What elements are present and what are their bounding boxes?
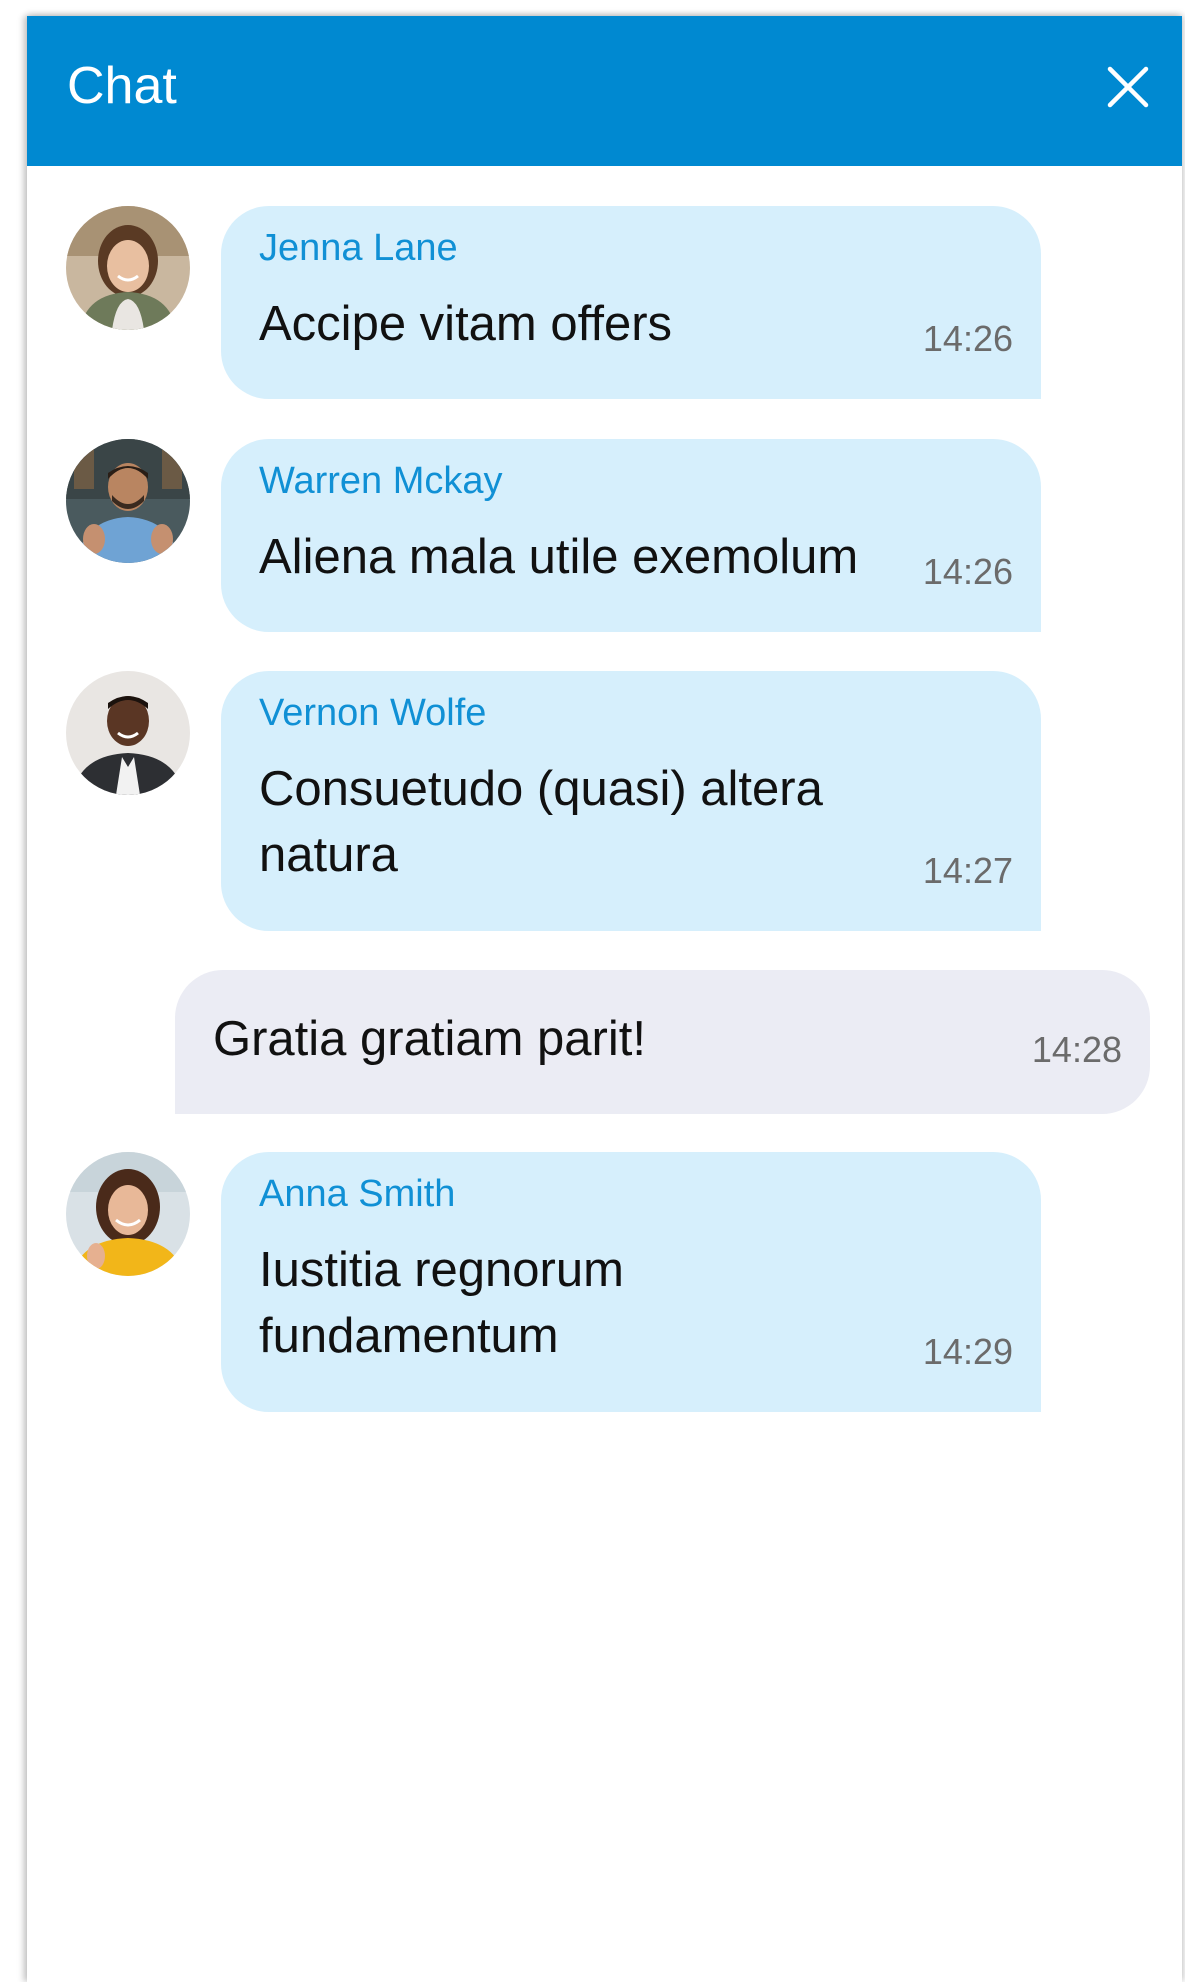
message-time: 14:26 — [922, 318, 1013, 359]
sender-name: Anna Smith — [259, 1173, 456, 1215]
close-button[interactable] — [1104, 63, 1152, 111]
message-bubble: Warren Mckay Aliena mala utile exemolum … — [221, 439, 1041, 632]
message-bubble: Jenna Lane Accipe vitam offers 14:26 — [221, 206, 1041, 399]
message-text: Aliena mala utile exemolum — [259, 530, 859, 584]
sender-name: Jenna Lane — [259, 227, 458, 269]
message-time: 14:28 — [1031, 1029, 1122, 1070]
avatar-vernon-wolfe[interactable] — [66, 671, 190, 795]
chat-window: Chat Jenna Lane Accipe vitam offers 14:2… — [27, 16, 1182, 1982]
chat-title: Chat — [67, 57, 177, 115]
sender-name: Warren Mckay — [259, 460, 503, 502]
sender-name: Vernon Wolfe — [259, 692, 487, 734]
own-message-bubble: Gratia gratiam parit! 14:28 — [175, 970, 1150, 1114]
avatar-anna-smith[interactable] — [66, 1152, 190, 1276]
message-text: Consuetudo (quasi) altera natura — [259, 762, 823, 882]
message-time: 14:27 — [922, 850, 1013, 891]
close-icon — [1107, 66, 1149, 108]
message-text: Accipe vitam offers — [259, 297, 673, 351]
avatar-jenna-lane[interactable] — [66, 206, 190, 330]
avatar-warren-mckay[interactable] — [66, 439, 190, 563]
message-time: 14:26 — [922, 551, 1013, 592]
chat-header: Chat — [27, 16, 1182, 166]
message-bubble: Anna Smith Iustitia regnorum fundamentum… — [221, 1152, 1041, 1412]
message-text: Iustitia regnorum fundamentum — [259, 1243, 624, 1363]
message-text: Gratia gratiam parit! — [213, 1012, 646, 1066]
message-time: 14:29 — [922, 1331, 1013, 1372]
message-bubble: Vernon Wolfe Consuetudo (quasi) altera n… — [221, 671, 1041, 931]
